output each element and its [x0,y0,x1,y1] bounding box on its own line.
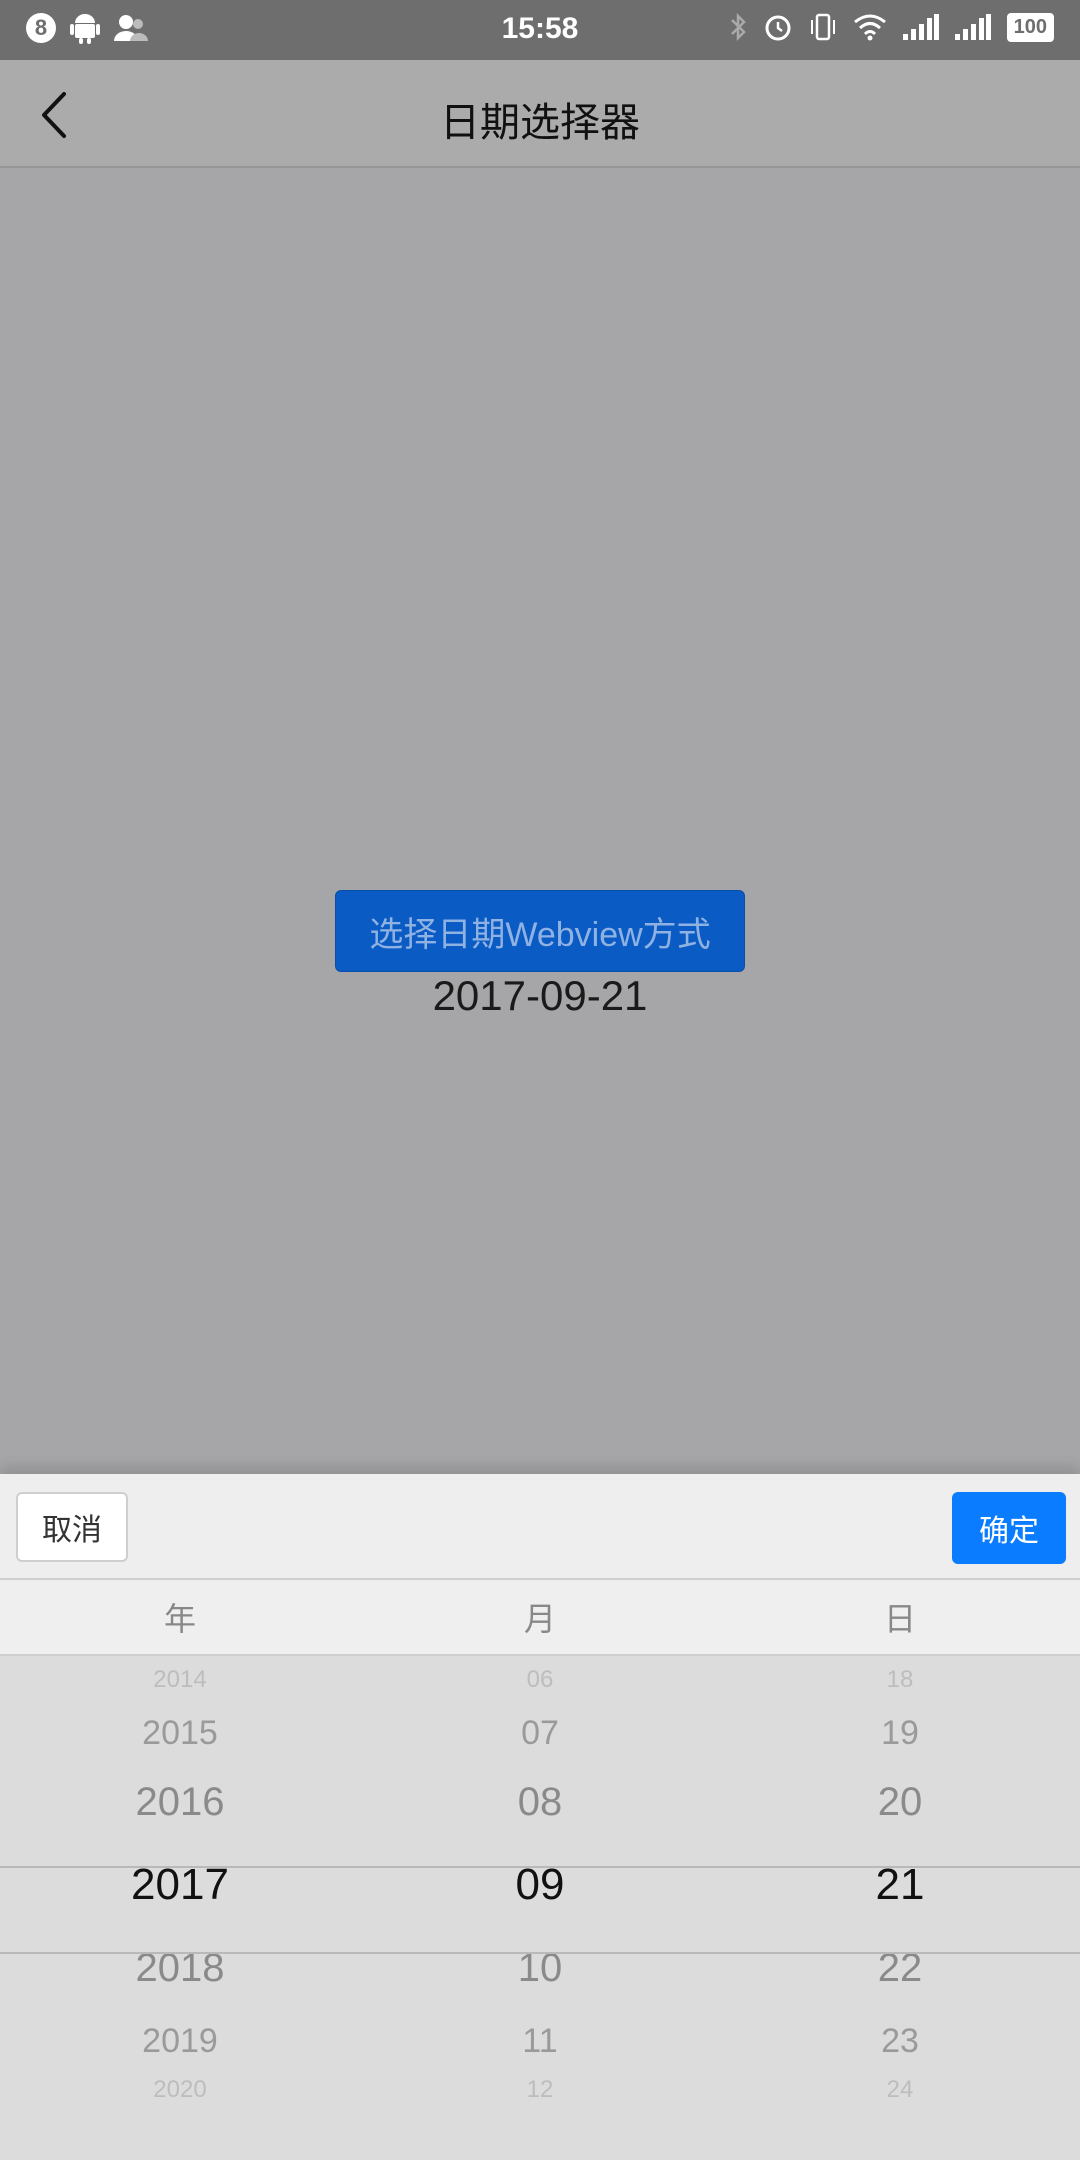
day-option[interactable]: 19 [720,1714,1080,1753]
picker-toolbar: 取消 确定 [0,1474,1080,1580]
month-option[interactable]: 06 [360,1666,720,1694]
alarm-icon [765,15,791,41]
year-option[interactable]: 2014 [0,1666,360,1694]
month-header: 月 [523,1601,556,1637]
day-option[interactable]: 20 [720,1780,1080,1825]
navigation-bar: 日期选择器 [0,60,1080,168]
year-option[interactable]: 2019 [0,2022,360,2061]
vibrate-icon [810,13,835,41]
main-content: 选择日期Webview方式 2017-09-21 [0,168,1080,1472]
month-option[interactable]: 11 [360,2022,720,2061]
cancel-button[interactable]: 取消 [16,1492,128,1562]
select-date-webview-button[interactable]: 选择日期Webview方式 [335,890,745,972]
selection-indicator-band [0,1866,1080,1954]
day-option[interactable]: 18 [720,1666,1080,1694]
battery-icon: 100 [1006,12,1054,42]
confirm-button[interactable]: 确定 [952,1492,1066,1564]
wifi-icon [853,14,886,41]
page-title: 日期选择器 [440,101,640,145]
bluetooth-icon [730,12,746,42]
day-option[interactable]: 23 [720,2022,1080,2061]
year-option[interactable]: 2015 [0,1714,360,1753]
status-bar: 8 15:58 100 [0,0,1080,60]
month-option[interactable]: 08 [360,1780,720,1825]
month-option[interactable]: 07 [360,1714,720,1753]
picker-column-headers: 年 月 日 [0,1580,1080,1656]
signal-2-icon [954,14,991,40]
year-option[interactable]: 2020 [0,2076,360,2104]
selected-date-text: 2017-09-21 [432,972,648,1019]
month-option[interactable]: 12 [360,2076,720,2104]
year-option[interactable]: 2016 [0,1780,360,1825]
date-picker-sheet: 取消 确定 年 月 日 2014 2015 2016 2017 2018 201… [0,1474,1080,2160]
year-header: 年 [163,1601,196,1637]
day-option[interactable]: 24 [720,2076,1080,2104]
signal-1-icon [902,14,939,40]
day-header: 日 [883,1601,916,1637]
